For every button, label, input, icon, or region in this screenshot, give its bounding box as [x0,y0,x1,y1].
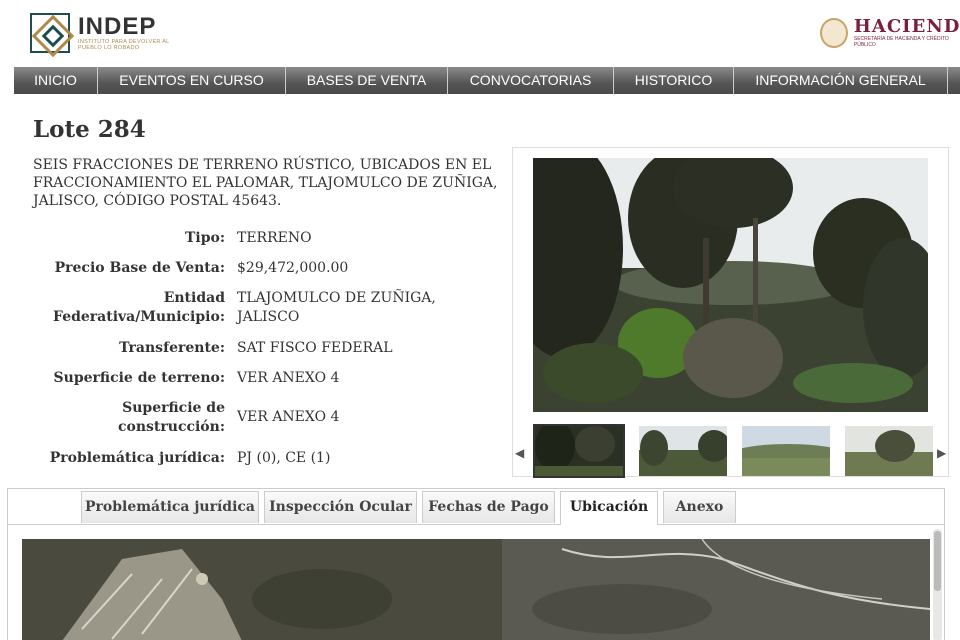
panel-scrollbar[interactable] [933,529,942,640]
tab-fechas-de-pago[interactable]: Fechas de Pago [422,491,555,523]
tab-inspeccion-ocular[interactable]: Inspección Ocular [264,491,417,523]
field-value: VER ANEXO 4 [237,370,340,386]
tab-anexo[interactable]: Anexo [663,491,736,523]
gallery-next-arrow-icon[interactable]: ▶ [937,446,946,460]
main-photo[interactable] [533,158,928,412]
location-map[interactable] [22,539,930,640]
partner-sub: SECRETARÍA DE HACIENDA Y CRÉDITO PÚBLICO [853,36,949,48]
tab-strip: Problemática jurídica Inspección Ocular … [8,489,944,525]
thumbnail-strip [533,424,933,480]
scrollbar-thumb[interactable] [934,531,941,591]
national-seal-icon [820,18,848,48]
hacienda-logo[interactable]: HACIEND SECRETARÍA DE HACIENDA Y CRÉDITO… [820,18,960,48]
field-label: Tipo: [184,230,225,246]
field-label: Entidad Federativa/Municipio: [53,290,225,325]
gallery-prev-arrow-icon[interactable]: ◀ [515,446,524,460]
field-label: Superficie de construcción: [118,400,225,435]
field-label: Superficie de terreno: [53,370,225,386]
lot-title: Lote 284 [33,116,146,143]
thumbnail[interactable] [533,424,625,478]
main-nav: INICIO EVENTOS EN CURSO BASES DE VENTA C… [14,67,960,94]
photo-gallery: ◀ ▶ [512,147,949,480]
field-value: SAT FISCO FEDERAL [237,340,393,356]
field-label: Problemática jurídica: [49,450,225,466]
field-value: $29,472,000.00 [237,260,349,276]
nav-informacion-general[interactable]: INFORMACIÓN GENERAL [734,67,948,94]
indep-logo[interactable]: INDEP INSTITUTO PARA DEVOLVER AL PUEBLO … [30,13,173,53]
field-value: TERRENO [237,230,312,246]
field-value: TLAJOMULCO DE ZUÑIGA, JALISCO [237,290,436,325]
nav-convocatorias[interactable]: CONVOCATORIAS [448,67,614,94]
logo-tagline: INSTITUTO PARA DEVOLVER AL PUEBLO LO ROB… [78,39,170,51]
thumbnail[interactable] [637,424,729,478]
tab-problematica-juridica[interactable]: Problemática jurídica [81,491,259,523]
field-value: VER ANEXO 4 [237,409,340,425]
logo-name: INDEP [78,13,157,40]
details-tabs: Problemática jurídica Inspección Ocular … [7,488,945,640]
nav-historico[interactable]: HISTORICO [614,67,734,94]
field-value: PJ (0), CE (1) [237,450,331,466]
lot-description: SEIS FRACCIONES DE TERRENO RÚSTICO, UBIC… [33,157,498,209]
thumbnail[interactable] [843,424,935,478]
field-label: Precio Base de Venta: [54,260,225,276]
field-label: Transferente: [119,340,225,356]
nav-bases-de-venta[interactable]: BASES DE VENTA [286,67,448,94]
indep-logo-mark-icon [30,13,70,53]
thumbnail[interactable] [740,424,832,478]
partner-name: HACIEND [853,16,960,37]
tab-ubicacion[interactable]: Ubicación [560,491,658,525]
site-header: INDEP INSTITUTO PARA DEVOLVER AL PUEBLO … [0,0,960,66]
nav-inicio[interactable]: INICIO [14,67,98,94]
nav-eventos-en-curso[interactable]: EVENTOS EN CURSO [98,67,286,94]
